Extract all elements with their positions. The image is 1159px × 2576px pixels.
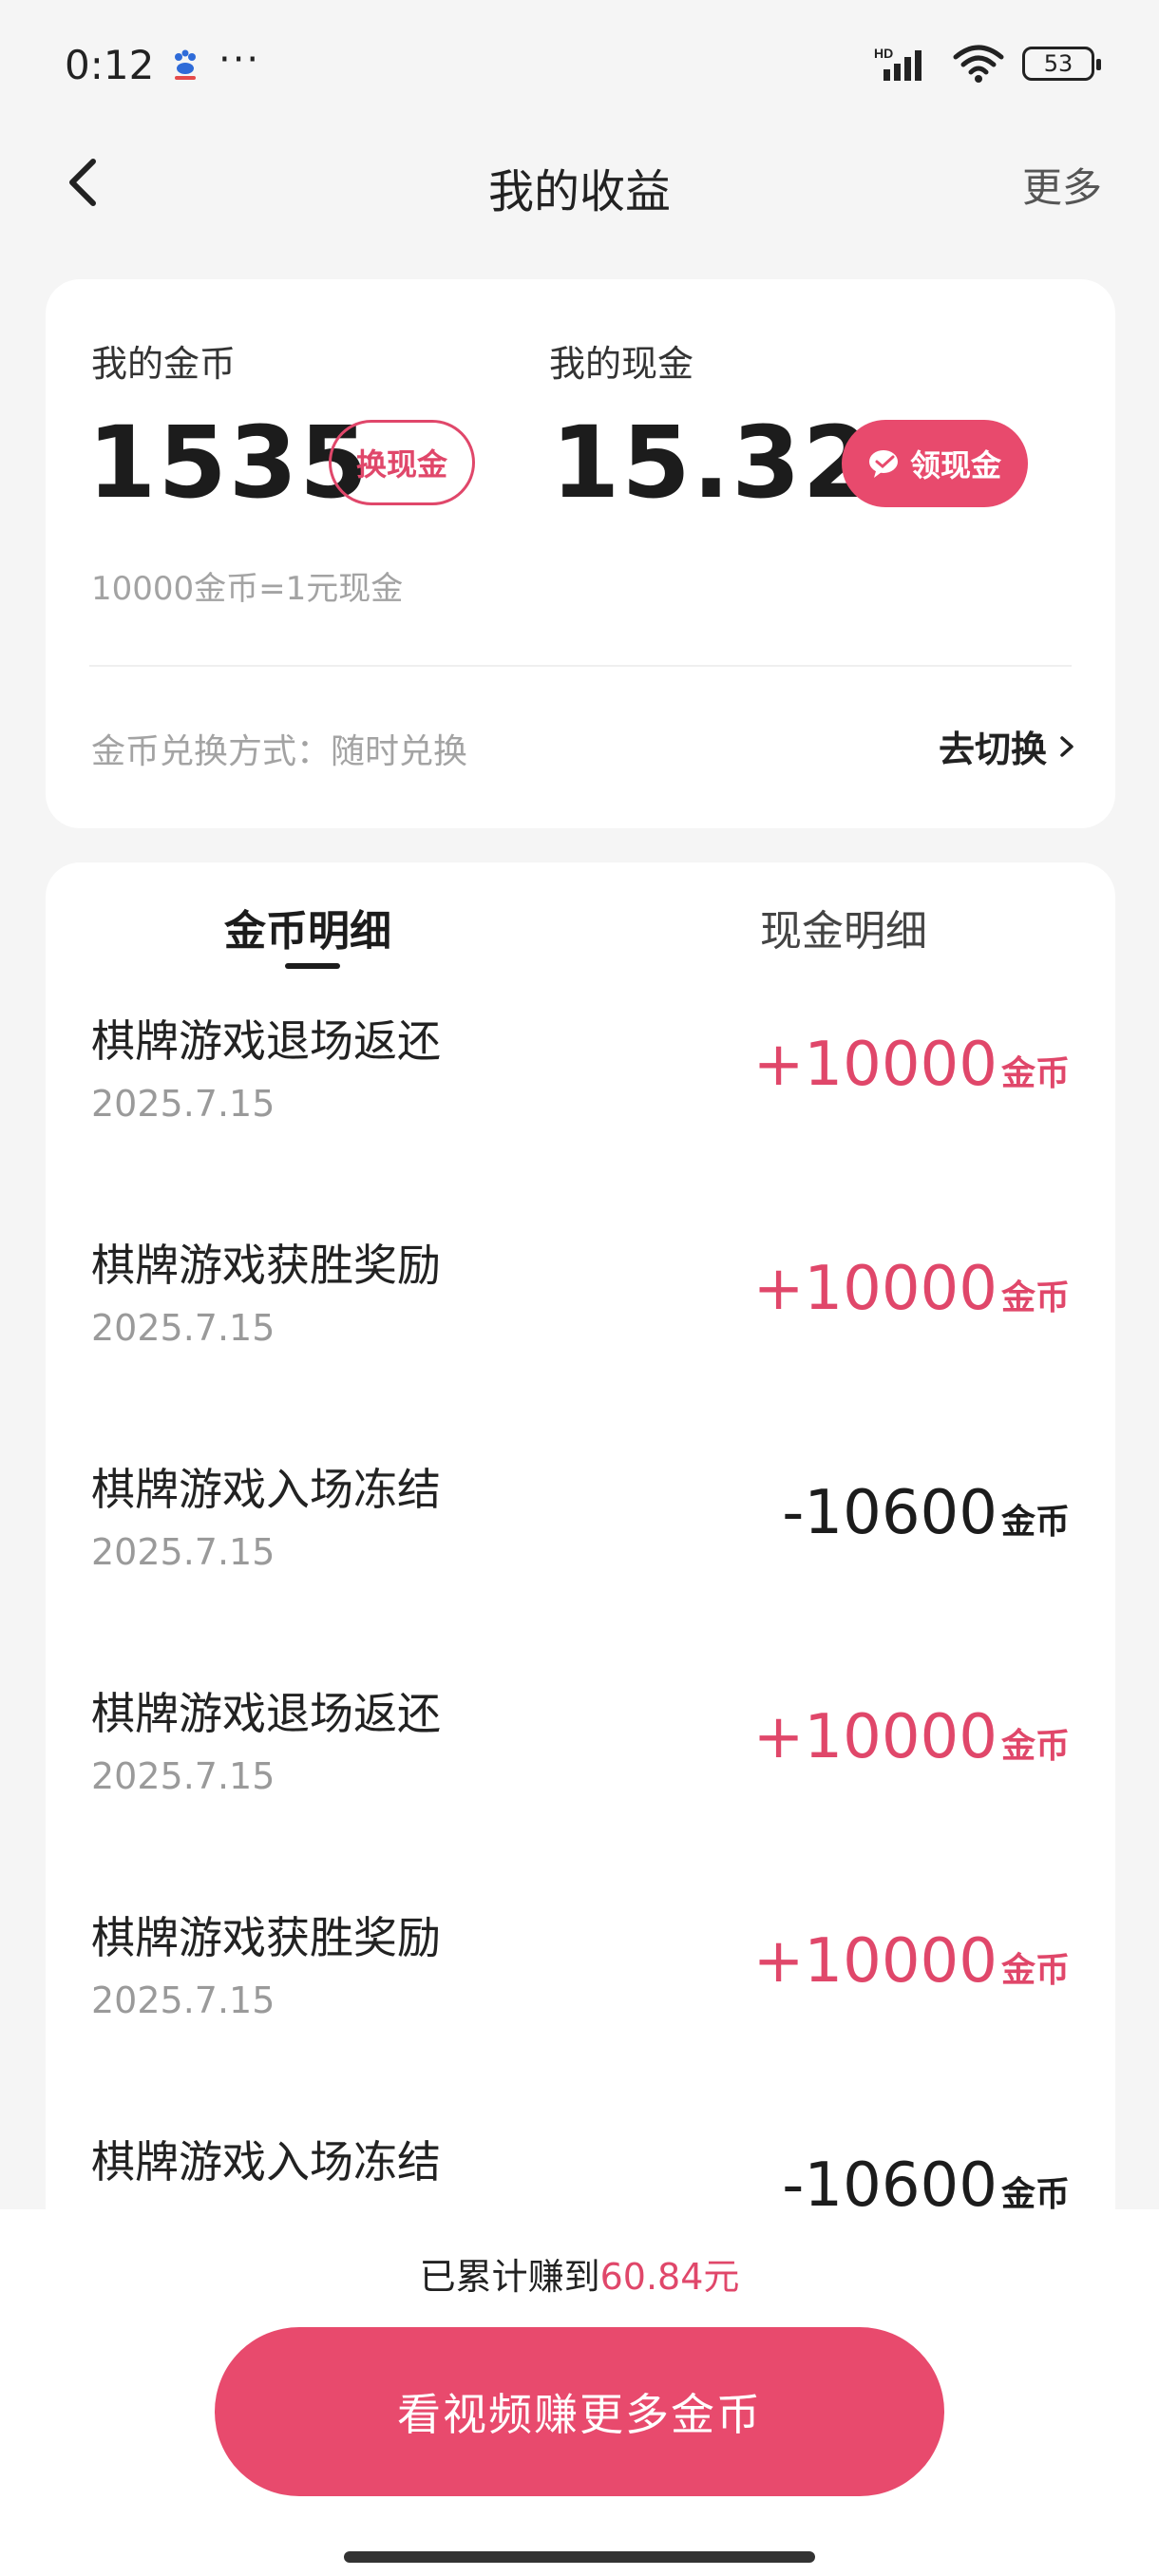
list-item[interactable]: 棋牌游戏获胜奖励 2025.7.15 +10000 金币 xyxy=(46,1231,1115,1455)
cash-value: 15.32 xyxy=(551,405,873,521)
amount-unit: 金币 xyxy=(1000,1727,1070,1766)
more-button[interactable]: 更多 xyxy=(1022,156,1102,214)
record-amount: +10000 金币 xyxy=(753,1926,1070,1997)
total-earned-text: 已累计赚到60.84元 xyxy=(0,2247,1159,2300)
total-earned-value: 60.84元 xyxy=(599,2256,740,2298)
record-date: 2025.7.15 xyxy=(91,1531,276,1573)
record-amount: +10000 金币 xyxy=(753,1254,1070,1324)
exchange-mode-text: 金币兑换方式：随时兑换 xyxy=(91,732,468,771)
claim-cash-label: 领现金 xyxy=(909,447,1001,483)
status-time: 0:12 xyxy=(65,42,155,88)
list-item[interactable]: 棋牌游戏退场返还 2025.7.15 +10000 金币 xyxy=(46,1679,1115,1904)
record-title: 棋牌游戏入场冻结 xyxy=(91,2136,441,2188)
tab-cash-detail[interactable]: 现金明细 xyxy=(760,897,927,957)
signal-label: HD xyxy=(874,46,893,61)
record-title: 棋牌游戏入场冻结 xyxy=(91,1464,441,1515)
baidu-paw-icon xyxy=(175,49,196,80)
coins-value: 1535 xyxy=(87,405,370,521)
status-more-dots: ··· xyxy=(218,38,261,82)
list-item[interactable]: 棋牌游戏获胜奖励 2025.7.15 +10000 金币 xyxy=(46,1904,1115,2128)
status-indicators: HD 53 xyxy=(874,44,1101,84)
amount-value: +10000 xyxy=(752,1254,998,1324)
battery-icon: 53 xyxy=(1022,47,1101,81)
wechat-icon xyxy=(868,450,898,478)
chevron-right-icon xyxy=(1060,735,1074,757)
home-indicator[interactable] xyxy=(344,2551,815,2563)
coins-label: 我的金币 xyxy=(91,343,237,385)
watch-video-earn-button[interactable]: 看视频赚更多金币 xyxy=(215,2327,944,2496)
record-amount: +10000 金币 xyxy=(753,1702,1070,1772)
cash-label: 我的现金 xyxy=(549,343,694,385)
exchange-rate-text: 10000金币=1元现金 xyxy=(91,570,404,608)
total-earned-prefix: 已累计赚到 xyxy=(419,2256,600,2298)
record-title: 棋牌游戏获胜奖励 xyxy=(91,1912,441,1963)
record-amount: -10600 金币 xyxy=(782,1478,1070,1548)
active-tab-indicator xyxy=(285,963,340,969)
amount-value: +10000 xyxy=(752,1926,998,1997)
divider xyxy=(89,665,1072,667)
amount-value: +10000 xyxy=(752,1030,998,1100)
amount-unit: 金币 xyxy=(1000,1054,1070,1093)
record-title: 棋牌游戏获胜奖励 xyxy=(91,1240,441,1291)
amount-unit: 金币 xyxy=(1000,1503,1070,1542)
battery-level: 53 xyxy=(1043,50,1074,77)
record-title: 棋牌游戏退场返还 xyxy=(91,1688,441,1739)
signal-icon: HD xyxy=(874,46,922,81)
record-amount: +10000 金币 xyxy=(753,1030,1070,1100)
record-date: 2025.7.15 xyxy=(91,1307,276,1349)
claim-cash-button[interactable]: 领现金 xyxy=(842,420,1028,507)
record-date: 2025.7.15 xyxy=(91,1979,276,2021)
amount-unit: 金币 xyxy=(1000,1951,1070,1990)
amount-value: -10600 xyxy=(782,1478,998,1548)
amount-value: +10000 xyxy=(752,1702,998,1772)
record-date: 2025.7.15 xyxy=(91,1083,276,1125)
nav-bar: 我的收益 更多 xyxy=(0,133,1159,237)
list-item[interactable]: 棋牌游戏退场返还 2025.7.15 +10000 金币 xyxy=(46,1007,1115,1231)
wifi-icon xyxy=(953,45,1004,83)
page-title: 我的收益 xyxy=(487,165,671,218)
switch-mode-label: 去切换 xyxy=(938,729,1047,770)
amount-unit: 金币 xyxy=(1000,1279,1070,1317)
tab-coin-detail[interactable]: 金币明细 xyxy=(224,897,391,957)
exchange-cash-button[interactable]: 换现金 xyxy=(329,420,475,505)
switch-mode-link[interactable]: 去切换 xyxy=(939,720,1077,772)
record-date: 2025.7.15 xyxy=(91,1755,276,1797)
list-item[interactable]: 棋牌游戏入场冻结 2025.7.15 -10600 金币 xyxy=(46,1455,1115,1679)
earnings-summary-card: 我的金币 1535 换现金 我的现金 15.32 领现金 10000金币=1元现… xyxy=(46,279,1115,828)
status-bar: 0:12 ··· HD 53 xyxy=(0,0,1159,133)
record-title: 棋牌游戏退场返还 xyxy=(91,1015,441,1067)
bottom-action-bar: 已累计赚到60.84元 看视频赚更多金币 xyxy=(0,2209,1159,2576)
